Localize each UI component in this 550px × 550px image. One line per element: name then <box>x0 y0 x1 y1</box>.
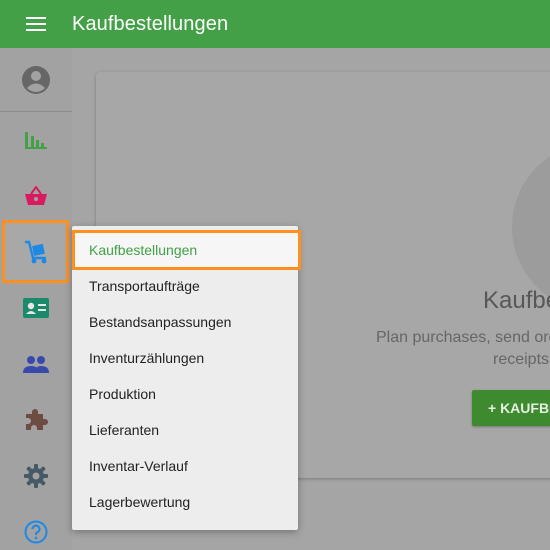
submenu-item-transfer-orders[interactable]: Transportaufträge <box>72 268 298 304</box>
top-app-bar: Kaufbestellungen <box>0 0 550 48</box>
submenu-item-purchase-orders[interactable]: Kaufbestellungen <box>72 230 301 270</box>
purchasing-submenu: Kaufbestellungen Transportaufträge Besta… <box>72 226 301 530</box>
sidebar-item-help[interactable] <box>0 504 72 550</box>
sidebar-item-account[interactable] <box>0 52 72 108</box>
empty-state-description-line2: receipts <box>493 351 550 368</box>
menu-button[interactable] <box>0 0 72 48</box>
submenu-item-production[interactable]: Produktion <box>72 376 298 412</box>
sidebar-item-contacts[interactable] <box>0 280 72 336</box>
bar-chart-icon <box>25 132 47 149</box>
sidebar-item-sales[interactable] <box>0 168 72 224</box>
empty-state-description: Plan purchases, send ord receipts <box>376 327 550 371</box>
people-icon <box>23 356 49 373</box>
shopping-basket-icon <box>25 186 47 205</box>
empty-state-heading: Kaufbe <box>483 287 550 314</box>
sidebar-item-purchasing[interactable] <box>2 220 69 283</box>
submenu-item-stock-adjustments[interactable]: Bestandsanpassungen <box>72 304 298 340</box>
add-purchase-order-button[interactable]: + KAUFBESTE <box>472 390 550 426</box>
help-circle-icon <box>24 520 48 544</box>
purchase-dolly-icon <box>24 240 46 263</box>
gear-icon <box>24 464 48 488</box>
submenu-item-stock-valuation[interactable]: Lagerbewertung <box>72 484 298 520</box>
contact-card-icon <box>23 298 49 318</box>
sidebar <box>0 48 72 550</box>
submenu-item-stocktakes[interactable]: Inventurzählungen <box>72 340 298 376</box>
empty-state-description-line1: Plan purchases, send ord <box>376 329 550 346</box>
hamburger-menu-icon <box>26 17 46 31</box>
sidebar-item-integrations[interactable] <box>0 392 72 448</box>
sidebar-item-users[interactable] <box>0 336 72 392</box>
submenu-item-inventory-history[interactable]: Inventar-Verlauf <box>72 448 298 484</box>
sidebar-item-settings[interactable] <box>0 448 72 504</box>
submenu-item-suppliers[interactable]: Lieferanten <box>72 412 298 448</box>
account-circle-icon <box>22 66 50 94</box>
puzzle-icon <box>26 409 48 430</box>
sidebar-item-reports[interactable] <box>0 112 72 168</box>
page-title: Kaufbestellungen <box>72 12 229 35</box>
